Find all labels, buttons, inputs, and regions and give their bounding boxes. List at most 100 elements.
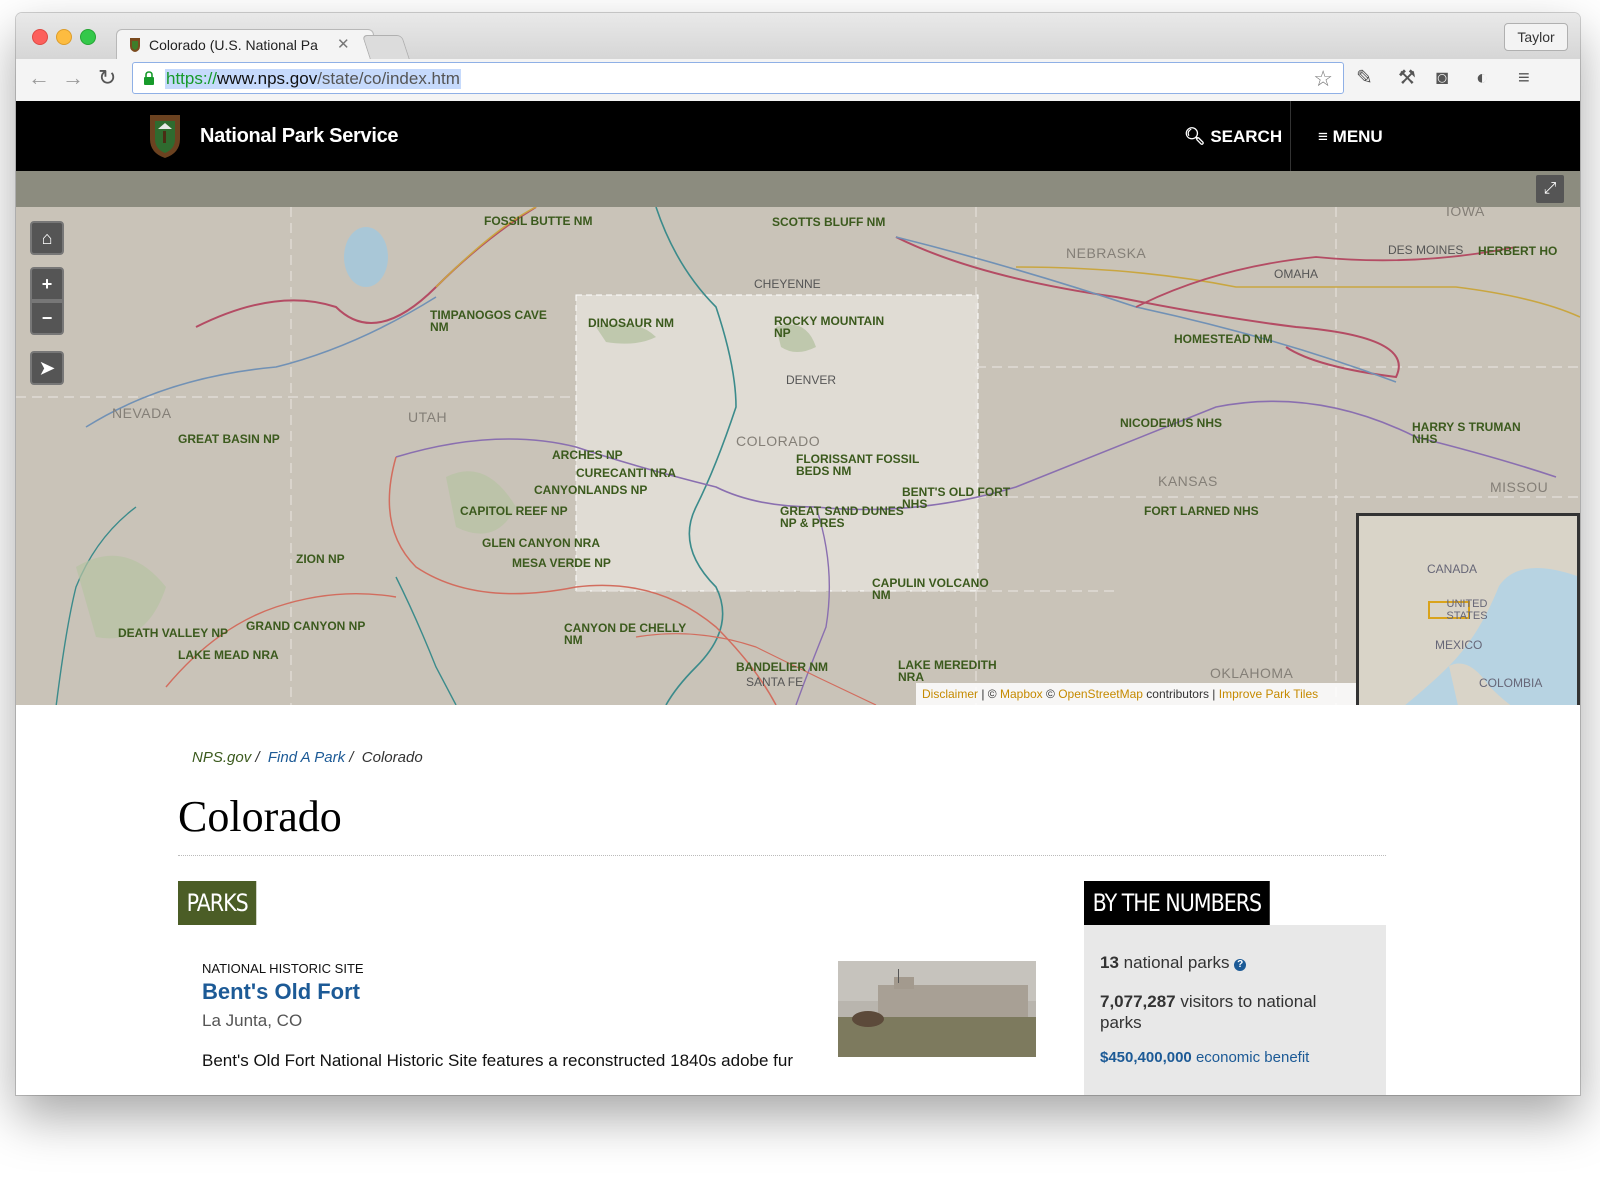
question-icon[interactable]: ? <box>1234 959 1247 971</box>
profile-button[interactable]: Taylor <box>1504 23 1568 51</box>
address-bar[interactable]: https://www.nps.gov/state/co/index.htm ☆ <box>132 62 1344 94</box>
lock-icon <box>144 71 154 85</box>
arrowhead-logo-icon[interactable] <box>146 113 184 159</box>
park-label[interactable]: TIMPANOGOS CAVE NM <box>430 309 560 333</box>
state-label: UTAH <box>408 409 448 425</box>
nps-favicon-icon <box>130 38 140 52</box>
reload-icon[interactable]: ↻ <box>98 67 116 89</box>
url-text: https://www.nps.gov/state/co/index.htm <box>165 69 461 89</box>
park-label[interactable]: ARCHES NP <box>552 449 623 461</box>
fort-photo-image <box>838 961 1036 1057</box>
park-label[interactable]: CANYON DE CHELLY NM <box>564 622 694 646</box>
park-label[interactable]: BANDELIER NM <box>736 661 828 673</box>
overview-inset-map[interactable]: CANADA UNITED STATES MEXICO COLOMBIA <box>1356 513 1580 705</box>
park-label[interactable]: GRAND CANYON NP <box>246 620 365 632</box>
park-map[interactable]: ⌂ + − ➤ NEVADA UTAH COLORADO NEBRASKA KA… <box>16 207 1580 705</box>
breadcrumb-find-a-park[interactable]: Find A Park <box>268 749 345 766</box>
header-divider <box>1290 101 1291 171</box>
search-button[interactable]: 🔍︎ SEARCH <box>1184 127 1282 147</box>
inset-label: CANADA <box>1427 562 1478 576</box>
map-attribution: Disclaimer | © Mapbox © OpenStreetMap co… <box>916 683 1356 705</box>
park-label[interactable]: LAKE MEREDITH NRA <box>898 659 1008 683</box>
parks-count-stat: 13 national parks ? <box>1100 953 1247 973</box>
park-label[interactable]: MESA VERDE NP <box>512 557 611 569</box>
parks-heading: PARKS <box>178 881 257 925</box>
disclaimer-link[interactable]: Disclaimer <box>922 687 978 701</box>
locate-icon[interactable]: ➤ <box>30 351 64 385</box>
park-label[interactable]: ZION NP <box>296 553 345 565</box>
state-label: MISSOU <box>1490 479 1549 495</box>
tab-bar: Colorado (U.S. National Pa ✕ Taylor <box>16 13 1580 60</box>
menu-button[interactable]: ≡ MENU <box>1318 127 1383 147</box>
camera-extension-icon[interactable]: ◙ <box>1436 67 1448 89</box>
pen-extension-icon[interactable]: ⚒ <box>1398 67 1416 89</box>
park-label[interactable]: FORT LARNED NHS <box>1144 505 1259 517</box>
breadcrumb-home[interactable]: NPS.gov <box>192 749 251 766</box>
park-label[interactable]: CAPITOL REEF NP <box>460 505 568 517</box>
bookmark-star-icon[interactable]: ☆ <box>1313 66 1333 92</box>
state-label: NEBRASKA <box>1066 245 1147 261</box>
eyedropper-extension-icon[interactable]: ✎ <box>1356 67 1373 89</box>
park-label[interactable]: SCOTTS BLUFF NM <box>772 216 885 228</box>
forward-arrow-icon[interactable]: → <box>62 67 84 89</box>
inset-label: COLOMBIA <box>1479 676 1543 690</box>
park-description: Bent's Old Fort National Historic Site f… <box>202 1051 793 1070</box>
improve-tiles-link[interactable]: Improve Park Tiles <box>1219 687 1318 701</box>
browser-window: Colorado (U.S. National Pa ✕ Taylor ← → … <box>16 13 1580 1095</box>
park-label[interactable]: GREAT SAND DUNES NP & PRES <box>780 505 906 529</box>
zoom-out-icon[interactable]: − <box>30 301 64 335</box>
park-label[interactable]: CAPULIN VOLCANO NM <box>872 577 992 601</box>
minimize-window-button[interactable] <box>56 29 72 45</box>
mapbox-link[interactable]: Mapbox <box>1000 687 1043 701</box>
park-photo[interactable] <box>838 961 1036 1057</box>
zoom-window-button[interactable] <box>80 29 96 45</box>
fullscreen-icon[interactable]: ⤢ <box>1536 175 1564 203</box>
browser-tab[interactable]: Colorado (U.S. National Pa ✕ <box>116 29 374 59</box>
state-label: IOWA <box>1446 207 1485 219</box>
zoom-in-icon[interactable]: + <box>30 267 64 301</box>
park-label[interactable]: GLEN CANYON NRA <box>482 537 600 549</box>
park-label[interactable]: CURECANTI NRA <box>576 467 676 479</box>
back-arrow-icon[interactable]: ← <box>28 67 50 89</box>
inset-label: MEXICO <box>1435 638 1483 652</box>
contrast-extension-icon[interactable]: ◐ <box>1476 67 1488 89</box>
numbers-panel: 13 national parks ? 7,077,287 visitors t… <box>1084 925 1386 1095</box>
tab-close-icon[interactable]: ✕ <box>337 35 350 53</box>
park-name-link[interactable]: Bent's Old Fort <box>202 979 360 1005</box>
park-label[interactable]: GREAT BASIN NP <box>178 433 280 445</box>
by-the-numbers-heading: BY THE NUMBERS <box>1084 881 1270 925</box>
map-home-icon[interactable]: ⌂ <box>30 221 64 255</box>
city-label: SANTA FE <box>746 675 804 689</box>
park-label[interactable]: HOMESTEAD NM <box>1174 333 1273 345</box>
title-divider <box>178 855 1386 856</box>
search-icon: 🔍︎ <box>1184 127 1206 146</box>
park-label[interactable]: FLORISSANT FOSSIL BEDS NM <box>796 453 926 477</box>
inset-label: UNITED STATES <box>1446 598 1488 622</box>
park-label[interactable]: FOSSIL BUTTE NM <box>484 215 592 227</box>
economic-benefit-link[interactable]: $450,400,000 economic benefit <box>1100 1049 1309 1066</box>
park-label[interactable]: NICODEMUS NHS <box>1120 417 1222 429</box>
park-label[interactable]: DINOSAUR NM <box>588 317 674 329</box>
close-window-button[interactable] <box>32 29 48 45</box>
park-label[interactable]: ROCKY MOUNTAIN NP <box>774 315 904 339</box>
state-label: COLORADO <box>736 433 821 449</box>
osm-link[interactable]: OpenStreetMap <box>1058 687 1143 701</box>
park-label[interactable]: LAKE MEAD NRA <box>178 649 279 661</box>
park-label[interactable]: CANYONLANDS NP <box>534 484 647 496</box>
park-label[interactable]: HARRY S TRUMAN NHS <box>1412 421 1542 445</box>
state-label: NEVADA <box>112 405 172 421</box>
breadcrumb-current: Colorado <box>361 749 423 766</box>
state-label: KANSAS <box>1158 473 1218 489</box>
city-label: DES MOINES <box>1388 243 1464 257</box>
city-label: OMAHA <box>1274 267 1319 281</box>
hamburger-icon: ≡ <box>1318 127 1328 146</box>
park-label[interactable]: BENT'S OLD FORT NHS <box>902 486 1012 510</box>
tab-title: Colorado (U.S. National Pa <box>149 37 318 53</box>
park-label[interactable]: DEATH VALLEY NP <box>118 627 228 639</box>
new-tab-button[interactable] <box>361 35 411 60</box>
chrome-menu-icon[interactable]: ≡ <box>1518 67 1530 89</box>
park-label[interactable]: HERBERT HO <box>1478 245 1557 257</box>
nps-header: National Park Service 🔍︎ SEARCH ≡ MENU <box>16 101 1580 171</box>
main-content: NPS.gov / Find A Park / Colorado Colorad… <box>16 705 1580 1095</box>
brand-name[interactable]: National Park Service <box>200 125 399 148</box>
